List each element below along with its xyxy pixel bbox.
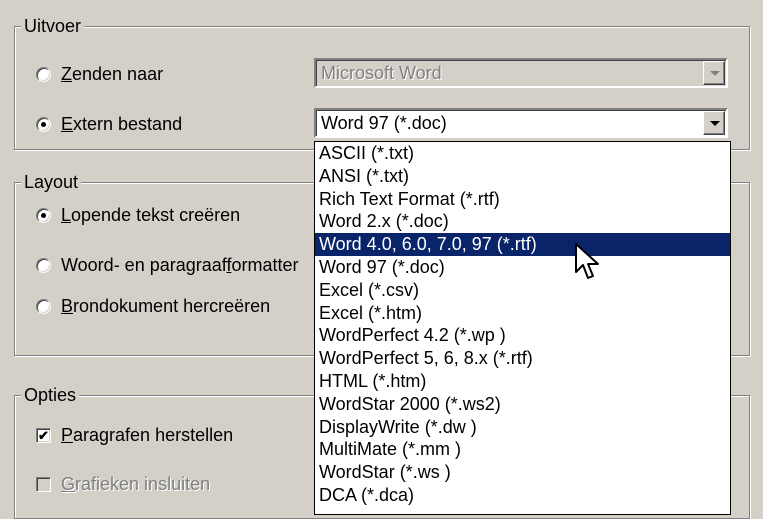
format-value: Word 97 (*.doc)	[321, 113, 447, 133]
running-text-label: Lopende tekst creëren	[61, 204, 241, 225]
format-option[interactable]: Word 97 (*.doc)	[315, 256, 730, 279]
format-option[interactable]: Word 4.0, 6.0, 7.0, 97 (*.rtf)	[315, 233, 730, 256]
send-to-radio[interactable]: Zenden naar	[36, 62, 163, 86]
format-option[interactable]: DCA (*.dca)	[315, 484, 730, 507]
embed-charts-checkbox: Grafieken insluiten	[36, 472, 210, 496]
running-text-radio-button[interactable]	[36, 207, 51, 223]
format-option[interactable]: WordStar (*.ws )	[315, 461, 730, 484]
format-option[interactable]: Excel (*.csv)	[315, 279, 730, 302]
format-option[interactable]: Rich Text Format (*.rtf)	[315, 188, 730, 211]
format-option[interactable]: WordPerfect 5, 6, 8.x (*.rtf)	[315, 347, 730, 370]
format-dropdown-list[interactable]: ASCII (*.txt) ANSI (*.txt) Rich Text Forma…	[314, 141, 731, 515]
layout-option-running-text[interactable]: Lopende tekst creëren	[36, 203, 240, 227]
embed-charts-label: Grafieken insluiten	[61, 473, 211, 494]
format-option[interactable]: Excel (*.htm)	[315, 302, 730, 325]
restore-paragraphs-checkbox[interactable]: ✔ Paragrafen herstellen	[36, 423, 233, 447]
recreate-source-label: Brondokument hercreëren	[61, 295, 271, 316]
embed-charts-check	[36, 476, 51, 492]
restore-paragraphs-label: Paragrafen herstellen	[61, 424, 234, 445]
send-to-label: Zenden naar	[61, 63, 164, 84]
format-option[interactable]: WordPerfect 4.2 (*.wp )	[315, 324, 730, 347]
output-group-title: Uitvoer	[21, 15, 85, 37]
format-option[interactable]: DisplayWrite (*.dw )	[315, 416, 730, 439]
layout-option-recreate-source[interactable]: Brondokument hercreëren	[36, 294, 270, 318]
format-option[interactable]: ASCII (*.txt)	[315, 142, 730, 165]
layout-group-title: Layout	[21, 171, 82, 193]
word-paragraph-label: Woord- en paragraafformatter	[61, 254, 299, 275]
format-option[interactable]: WordStar 2000 (*.ws2)	[315, 393, 730, 416]
send-to-combo: Microsoft Word	[314, 58, 728, 88]
recreate-source-radio-button[interactable]	[36, 298, 51, 314]
send-to-radio-button[interactable]	[36, 66, 51, 82]
format-option[interactable]: Word 2.x (*.doc)	[315, 210, 730, 233]
format-option[interactable]: ANSI (*.txt)	[315, 165, 730, 188]
extern-file-label: Extern bestand	[61, 113, 183, 134]
layout-option-word-paragraph[interactable]: Woord- en paragraafformatter	[36, 253, 298, 277]
mouse-cursor-icon	[575, 243, 599, 279]
format-dropdown-arrow-icon[interactable]	[703, 111, 725, 135]
format-option[interactable]: HTML (*.htm)	[315, 370, 730, 393]
restore-paragraphs-check[interactable]: ✔	[36, 427, 51, 443]
format-option[interactable]: MultiMate (*.mm )	[315, 438, 730, 461]
format-combo[interactable]: Word 97 (*.doc)	[314, 108, 728, 138]
extern-file-radio[interactable]: Extern bestand	[36, 112, 182, 136]
extern-file-radio-button[interactable]	[36, 116, 51, 132]
send-to-value: Microsoft Word	[321, 63, 442, 83]
options-group-title: Opties	[21, 384, 80, 406]
word-paragraph-radio-button[interactable]	[36, 257, 51, 273]
send-to-dropdown-arrow-icon	[703, 61, 725, 85]
